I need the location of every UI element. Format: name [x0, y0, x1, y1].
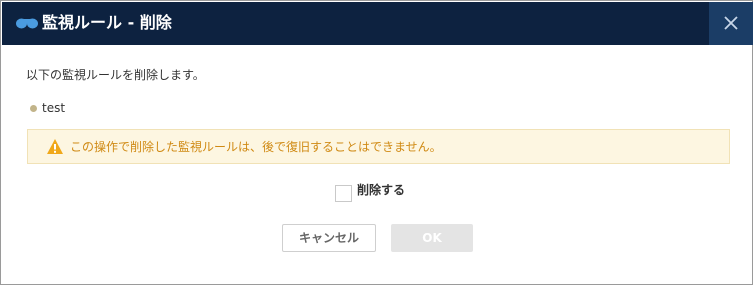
confirm-delete-checkbox[interactable] — [335, 185, 352, 202]
warning-triangle-icon — [47, 139, 63, 154]
warning-banner: この操作で削除した監視ルールは、後で復旧することはできません。 — [27, 129, 730, 164]
dialog-title: 監視ルール - 削除 — [42, 13, 172, 32]
confirm-delete-label[interactable]: 削除する — [357, 181, 405, 199]
bullet-icon — [30, 104, 37, 112]
close-icon[interactable] — [723, 15, 739, 31]
list-item: test — [30, 99, 65, 117]
cancel-button[interactable]: キャンセル — [282, 224, 376, 252]
rule-name: test — [42, 101, 66, 115]
warning-text: この操作で削除した監視ルールは、後で復旧することはできません。 — [70, 140, 442, 154]
ok-button[interactable]: OK — [391, 224, 473, 252]
dialog-message: 以下の監視ルールを削除します。 — [26, 68, 205, 82]
dialog-titlebar: 監視ルール - 削除 — [2, 2, 753, 45]
delete-monitoring-rule-dialog: 監視ルール - 削除 以下の監視ルールを削除します。 test この操作で削除し… — [0, 0, 753, 285]
binoculars-logo-icon — [16, 18, 38, 29]
close-button[interactable] — [709, 2, 753, 45]
